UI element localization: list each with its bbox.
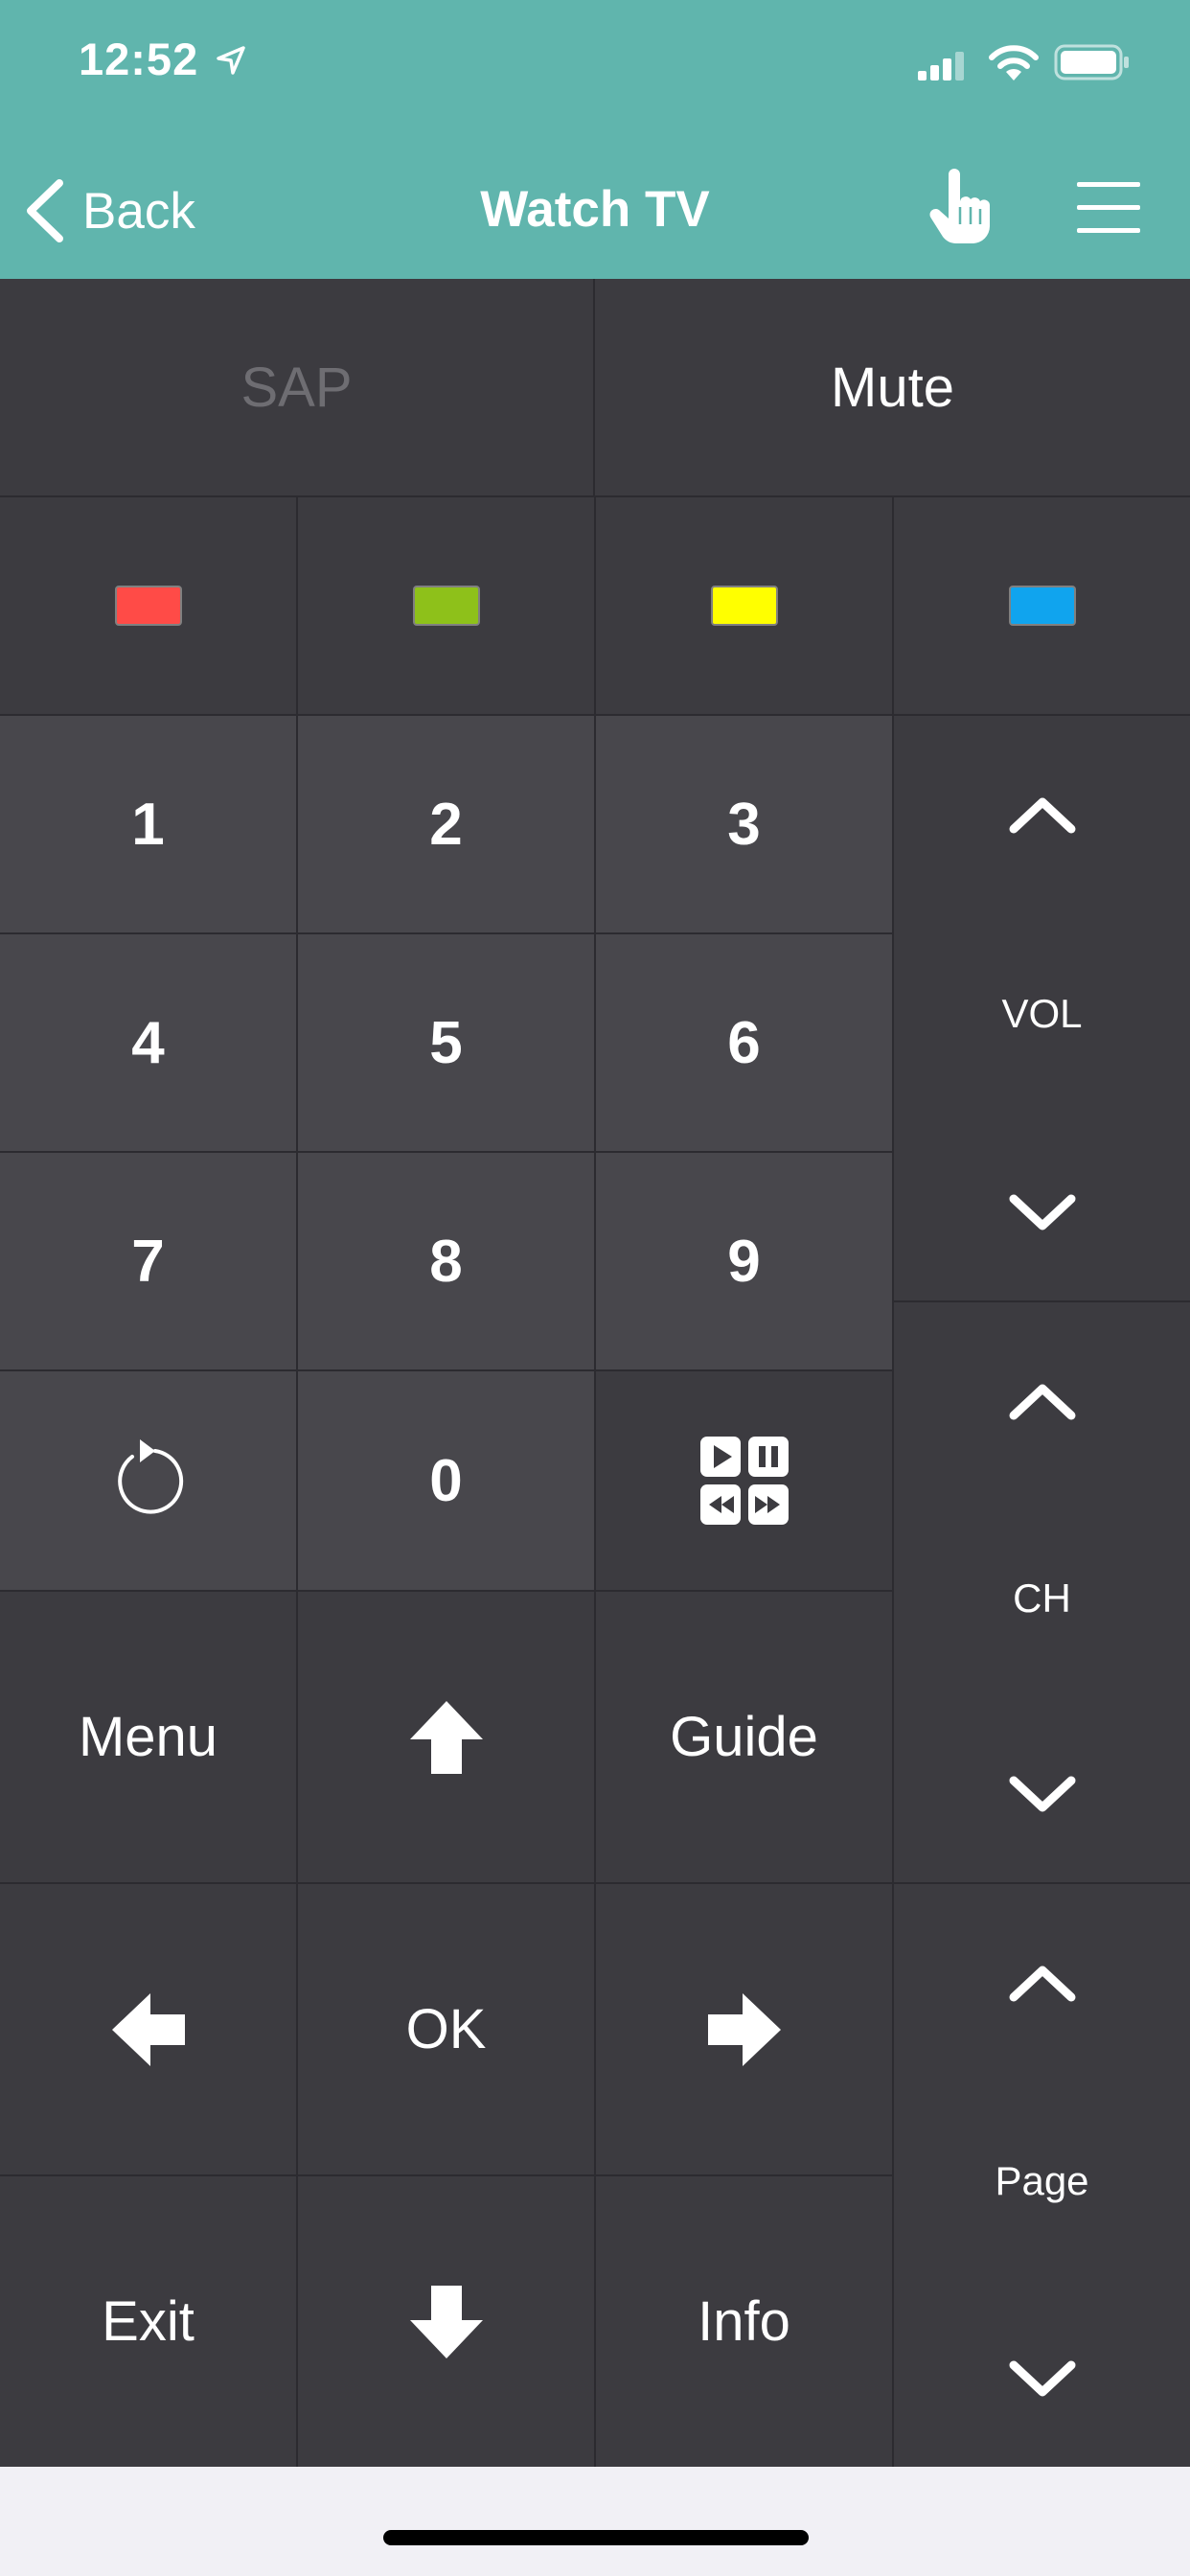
wifi-icon [989,45,1039,80]
playback-controls-button[interactable] [596,1371,894,1592]
blue-swatch [1008,586,1076,626]
channel-rocker: CH [894,1302,1190,1884]
channel-up-chevron-icon[interactable] [1004,1377,1081,1425]
battery-icon [1054,44,1129,80]
volume-rocker: VOL [894,716,1190,1302]
column-divider [892,716,894,2467]
hamburger-menu-button[interactable] [1077,182,1140,234]
status-time: 12:52 [79,34,199,84]
digit-9-button[interactable]: 9 [596,1153,894,1371]
page-title: Watch TV [480,181,710,238]
down-arrow-button[interactable] [298,2176,596,2467]
yellow-button[interactable] [596,497,894,716]
ok-button[interactable]: OK [298,1884,596,2176]
channel-label: CH [1013,1575,1071,1621]
digit-2-button[interactable]: 2 [298,716,596,934]
exit-button[interactable]: Exit [0,2176,298,2467]
info-button[interactable]: Info [596,2176,894,2467]
arrow-down-icon [409,2285,483,2358]
volume-down-chevron-icon[interactable] [1004,1189,1081,1237]
volume-up-chevron-icon[interactable] [1004,791,1081,839]
guide-button[interactable]: Guide [596,1592,894,1884]
digit-8-button[interactable]: 8 [298,1153,596,1371]
arrow-right-icon [707,1992,781,2066]
red-button[interactable] [0,497,298,716]
up-arrow-button[interactable] [298,1592,596,1884]
digit-5-button[interactable]: 5 [298,934,596,1153]
green-swatch [412,586,480,626]
page-down-chevron-icon[interactable] [1004,2356,1081,2404]
header: 12:52 Back Watch TV [0,0,1190,279]
digit-6-button[interactable]: 6 [596,934,894,1153]
hand-pointer-icon[interactable] [929,169,991,245]
replay-icon [117,1439,183,1514]
digit-0-button[interactable]: 0 [298,1371,596,1592]
digit-3-button[interactable]: 3 [596,716,894,934]
arrow-up-icon [409,1700,483,1774]
right-arrow-button[interactable] [596,1884,894,2176]
cellular-signal-icon [918,52,964,80]
menu-button[interactable]: Menu [0,1592,298,1884]
home-indicator[interactable] [383,2530,809,2545]
arrow-left-icon [111,1992,185,2066]
left-arrow-button[interactable] [0,1884,298,2176]
volume-label: VOL [1001,991,1083,1036]
page-rocker: Page [894,1884,1190,2467]
location-arrow-icon [217,46,245,75]
last-channel-button[interactable] [0,1371,298,1592]
page-label: Page [995,2158,1089,2203]
mute-button[interactable]: Mute [595,279,1190,497]
playback-controls-icon [699,1437,789,1525]
page-up-chevron-icon[interactable] [1004,1959,1081,2007]
red-swatch [114,586,182,626]
green-button[interactable] [298,497,596,716]
digit-7-button[interactable]: 7 [0,1153,298,1371]
blue-button[interactable] [894,497,1190,716]
digit-1-button[interactable]: 1 [0,716,298,934]
channel-down-chevron-icon[interactable] [1004,1771,1081,1819]
sap-button[interactable]: SAP [0,279,595,497]
yellow-swatch [710,586,778,626]
digit-4-button[interactable]: 4 [0,934,298,1153]
